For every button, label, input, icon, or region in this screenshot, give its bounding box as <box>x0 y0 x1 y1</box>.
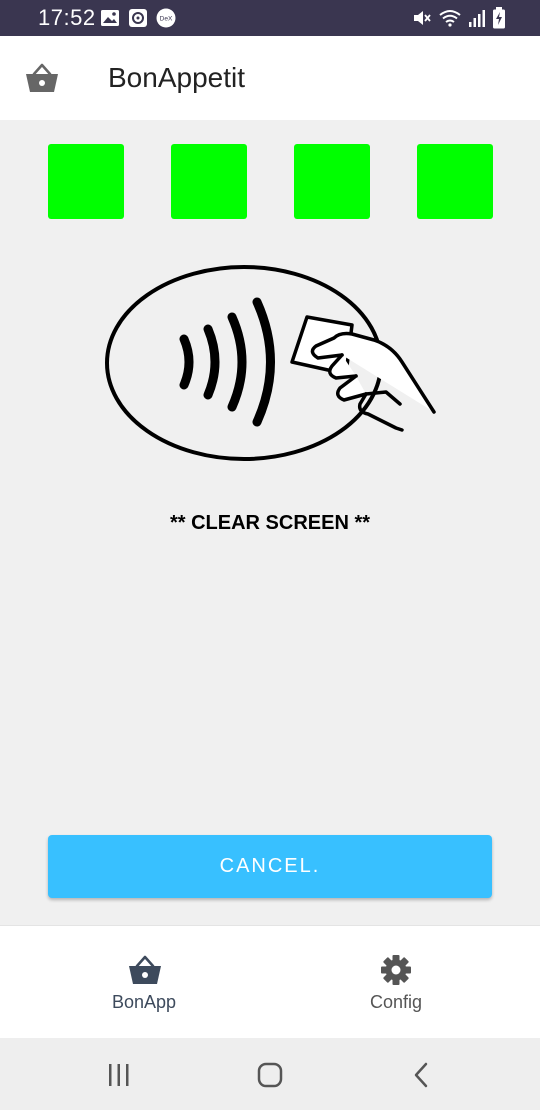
indicator-square <box>417 144 493 219</box>
indicator-square <box>171 144 247 219</box>
recents-icon[interactable] <box>104 1060 134 1090</box>
indicator-square <box>294 144 370 219</box>
image-icon <box>101 10 119 26</box>
app-title: BonAppetit <box>108 62 245 93</box>
clock-app-icon <box>129 9 147 27</box>
nav-label-bonapp: BonApp <box>111 992 177 1012</box>
dex-label: DeX <box>160 16 173 23</box>
dex-icon: DeX <box>156 8 176 28</box>
signal-icon <box>469 10 485 27</box>
back-icon[interactable] <box>406 1060 436 1090</box>
nav-label-config: Config <box>369 992 423 1012</box>
app-bar: BonAppetit <box>0 36 540 120</box>
gear-icon <box>381 955 411 985</box>
status-message: ** CLEAR SCREEN ** <box>169 512 371 534</box>
battery-charging-icon <box>493 7 505 29</box>
notification-icons: DeX <box>100 8 176 28</box>
status-bar: 17:52 DeX <box>0 0 540 36</box>
bottom-navigation: BonApp Config <box>0 925 540 1039</box>
system-status-icons <box>412 7 506 29</box>
wifi-icon <box>439 10 461 27</box>
basket-icon <box>129 955 161 984</box>
indicator-square <box>48 144 124 219</box>
status-time: 17:52 <box>38 5 96 30</box>
nav-item-config[interactable]: Config <box>296 926 496 1039</box>
contactless-payment-icon <box>105 265 436 461</box>
home-icon[interactable] <box>255 1060 285 1090</box>
mute-icon <box>414 11 431 25</box>
basket-icon[interactable] <box>25 62 59 94</box>
progress-indicators <box>0 144 540 220</box>
cancel-button[interactable]: CANCEL. <box>48 835 492 898</box>
nav-item-bonapp[interactable]: BonApp <box>44 926 244 1039</box>
system-navigation-bar <box>0 1038 540 1110</box>
